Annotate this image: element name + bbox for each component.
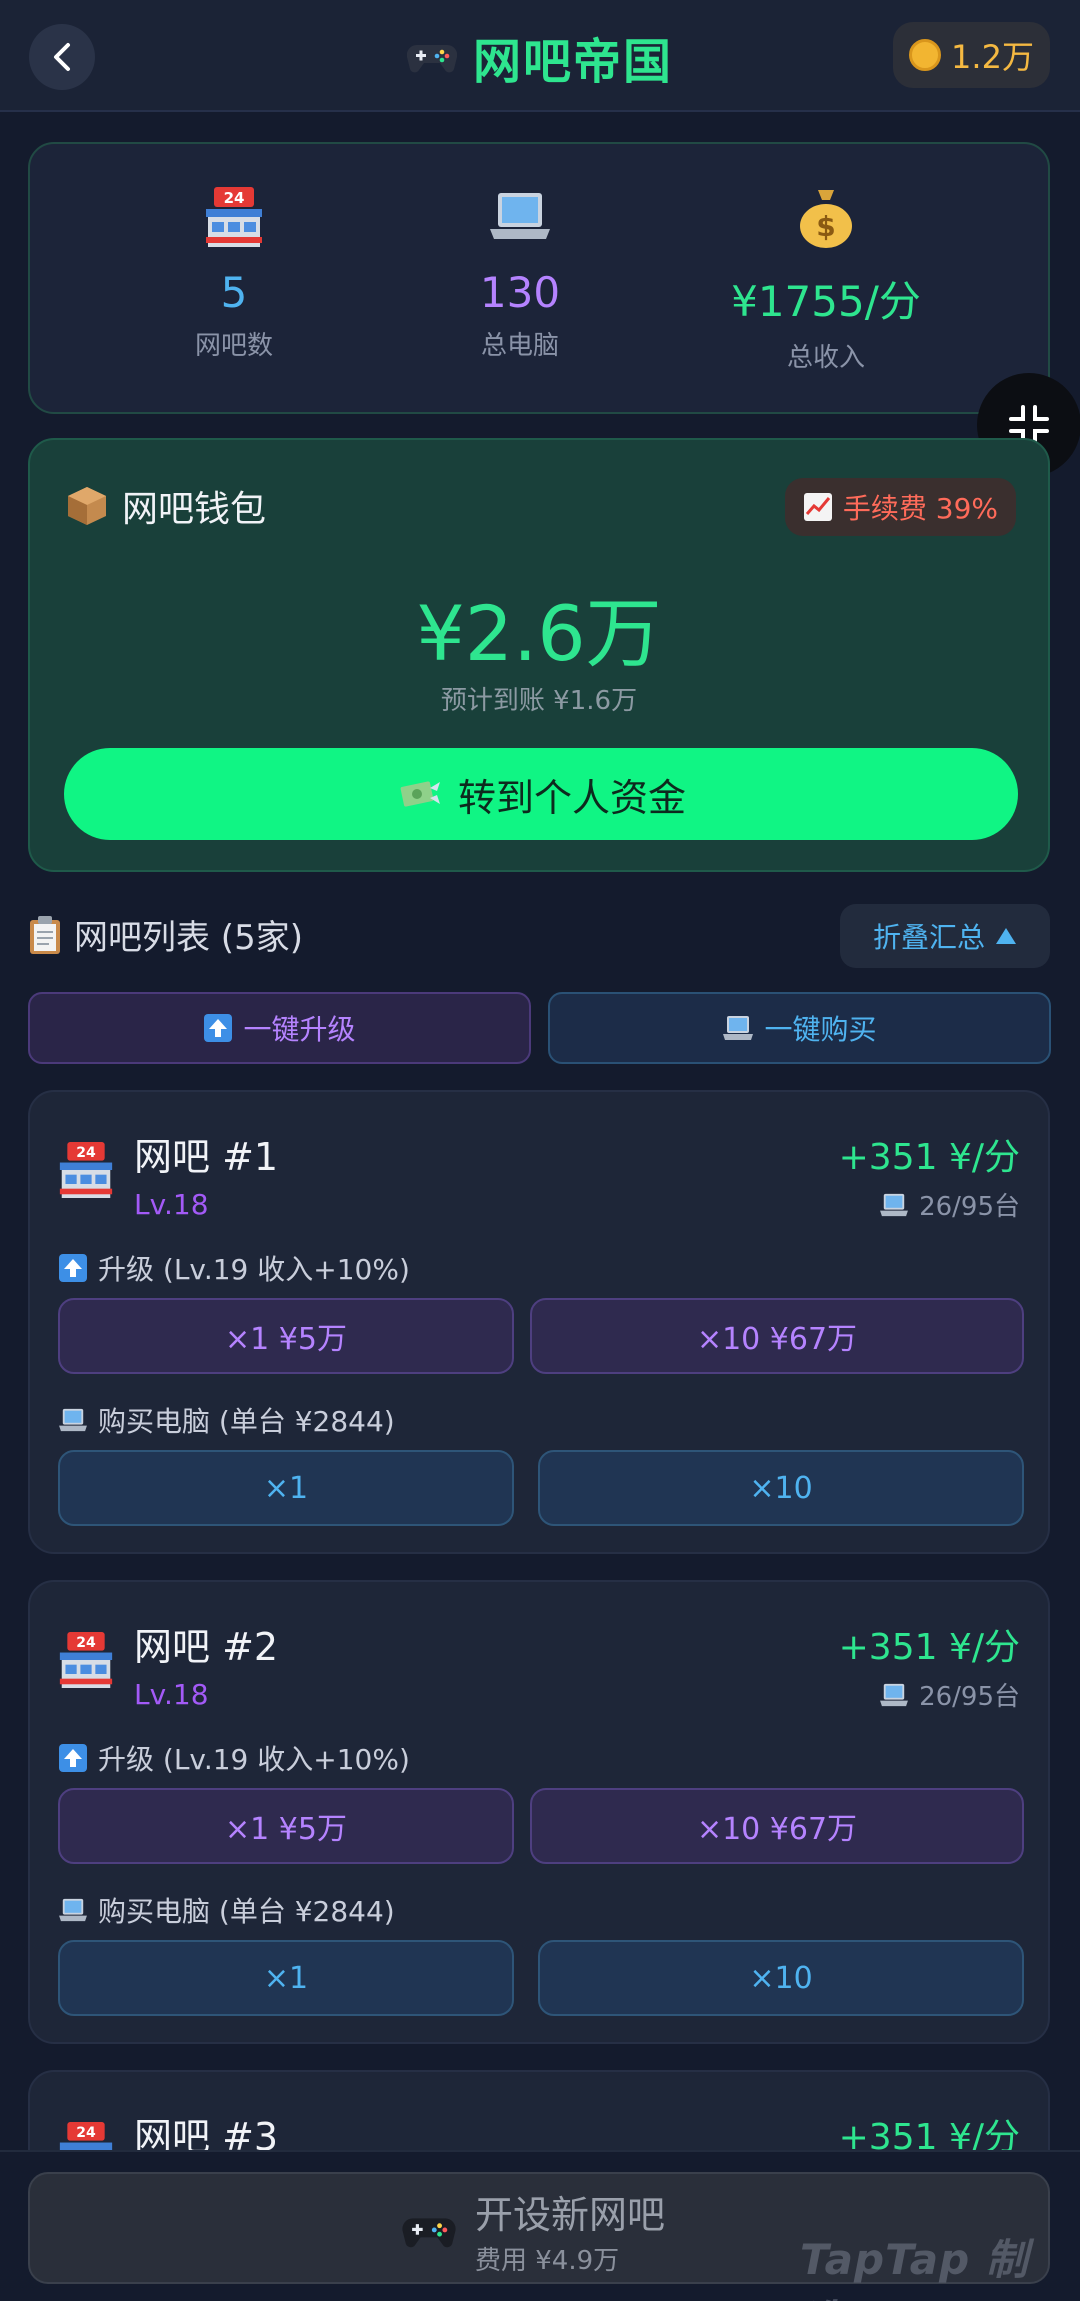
collapse-label: 折叠汇总 [872, 921, 985, 954]
arrow-up-icon [59, 1744, 87, 1772]
stat-value: 130 [479, 268, 561, 317]
svg-text:24: 24 [76, 2125, 96, 2141]
fee-badge: 手续费 39% [784, 478, 1016, 536]
package-icon [68, 487, 106, 525]
buy-section-label: 购买电脑 (单台 ¥2844) [58, 1890, 395, 1930]
cafe-income: +351 ¥/分 [838, 1137, 1020, 1178]
buy-label: 购买电脑 (单台 ¥2844) [98, 1405, 395, 1438]
svg-text:$: $ [816, 210, 835, 243]
stat-total-income: $ ¥1755/分 总收入 [696, 184, 956, 374]
stat-cafe-count: 24 5 网吧数 [104, 184, 364, 362]
cafe-pcs-count: 26/95台 [919, 1682, 1020, 1712]
buy-all-label: 一键购买 [764, 1013, 877, 1046]
laptop-icon [723, 1016, 754, 1040]
arrow-up-icon [204, 1014, 233, 1042]
upgrade-section-label: 升级 (Lv.19 收入+10%) [58, 1738, 410, 1778]
buy-x1-button[interactable]: ×1 [58, 1940, 514, 2016]
wallet-title: 网吧钱包 [122, 489, 267, 530]
laptop-icon [59, 1898, 87, 1922]
open-new-cafe-button[interactable]: 开设新网吧 费用 ¥4.9万 TapTap 制造 [28, 2172, 1050, 2301]
laptop-icon [59, 1408, 87, 1432]
triangle-up-icon [996, 928, 1016, 944]
new-cafe-cost: 费用 ¥4.9万 [475, 2246, 620, 2276]
laptop-icon [880, 1683, 908, 1706]
fee-text: 手续费 39% [842, 492, 998, 525]
expected-amount: 预计到账 ¥1.6万 [440, 686, 638, 716]
cafe-card: 24 网吧 #1 Lv.18 +351 ¥/分 26/95台 升级 (Lv.19… [28, 1090, 1050, 1554]
laptop-icon [880, 1193, 908, 1216]
money-bag-icon: $ [800, 190, 852, 248]
upgrade-label: 升级 (Lv.19 收入+10%) [98, 1743, 410, 1776]
store-24-icon: 24 [59, 1142, 113, 1198]
svg-text:24: 24 [76, 1635, 96, 1651]
list-title: 网吧列表 (5家) [74, 918, 303, 958]
store-24-icon: 24 [206, 187, 262, 247]
svg-text:24: 24 [224, 189, 245, 207]
upgrade-all-button[interactable]: 一键升级 [28, 992, 531, 1064]
buy-x10-button[interactable]: ×10 [538, 1450, 1024, 1526]
coin-balance[interactable]: 1.2万 [893, 22, 1050, 88]
upgrade-x10-button[interactable]: ×10 ¥67万 [530, 1298, 1024, 1374]
upgrade-x10-button[interactable]: ×10 ¥67万 [530, 1788, 1024, 1864]
header-bar: 网吧帝国 1.2万 [0, 0, 1080, 112]
gamepad-icon [406, 44, 457, 73]
upgrade-x1-button[interactable]: ×1 ¥5万 [58, 1788, 514, 1864]
collapse-summary-button[interactable]: 折叠汇总 [840, 904, 1050, 968]
cafe-card: 24 网吧 #2 Lv.18 +351 ¥/分 26/95台 升级 (Lv.19… [28, 1580, 1050, 2044]
coin-amount: 1.2万 [951, 38, 1034, 76]
cafe-pcs: 26/95台 [879, 1186, 1020, 1223]
cafe-level: Lv.18 [134, 1678, 209, 1711]
transfer-button[interactable]: 转到个人资金 [64, 748, 1018, 840]
new-cafe-title: 开设新网吧 [475, 2193, 666, 2237]
buy-all-button[interactable]: 一键购买 [548, 992, 1051, 1064]
list-header: 网吧列表 (5家) [28, 910, 303, 959]
upgrade-label: 升级 (Lv.19 收入+10%) [98, 1253, 410, 1286]
stat-value: ¥1755/分 [731, 277, 921, 326]
stats-card: 24 5 网吧数 130 总电脑 $ ¥1755/分 总收入 [28, 142, 1050, 414]
laptop-icon [490, 193, 550, 239]
money-wings-icon [400, 781, 440, 807]
buy-section-label: 购买电脑 (单台 ¥2844) [58, 1400, 395, 1440]
stat-value: 5 [220, 268, 248, 317]
svg-text:24: 24 [76, 1145, 96, 1161]
bottom-bar: 开设新网吧 费用 ¥4.9万 TapTap 制造 [0, 2150, 1080, 2301]
upgrade-x1-button[interactable]: ×1 ¥5万 [58, 1298, 514, 1374]
cafe-name: 网吧 #2 [134, 1625, 279, 1669]
stat-label: 网吧数 [194, 331, 273, 361]
cafe-pcs: 26/95台 [879, 1676, 1020, 1713]
stat-label: 总收入 [786, 343, 865, 373]
clipboard-icon [30, 915, 60, 954]
stat-total-pcs: 130 总电脑 [390, 184, 650, 362]
transfer-label: 转到个人资金 [457, 775, 686, 820]
cafe-income: +351 ¥/分 [838, 1627, 1020, 1668]
coin-icon [909, 39, 942, 71]
store-24-icon: 24 [59, 1632, 113, 1688]
buy-label: 购买电脑 (单台 ¥2844) [98, 1895, 395, 1928]
chart-up-icon [803, 493, 832, 521]
upgrade-section-label: 升级 (Lv.19 收入+10%) [58, 1248, 410, 1288]
buy-x1-button[interactable]: ×1 [58, 1450, 514, 1526]
cafe-level: Lv.18 [134, 1188, 209, 1221]
upgrade-all-label: 一键升级 [243, 1013, 356, 1046]
cafe-pcs-count: 26/95台 [919, 1192, 1020, 1222]
gamepad-icon [402, 2218, 456, 2248]
wallet-amount: ¥2.6万 [416, 589, 662, 678]
taptap-watermark: TapTap 制造 [800, 2235, 1029, 2301]
arrow-up-icon [59, 1254, 87, 1282]
stat-label: 总电脑 [480, 331, 559, 361]
page-title: 网吧帝国 [472, 34, 673, 90]
cafe-name: 网吧 #1 [134, 1135, 279, 1179]
wallet-card: 网吧钱包 手续费 39% ¥2.6万 预计到账 ¥1.6万 转到个人资金 [28, 438, 1050, 872]
buy-x10-button[interactable]: ×10 [538, 1940, 1024, 2016]
